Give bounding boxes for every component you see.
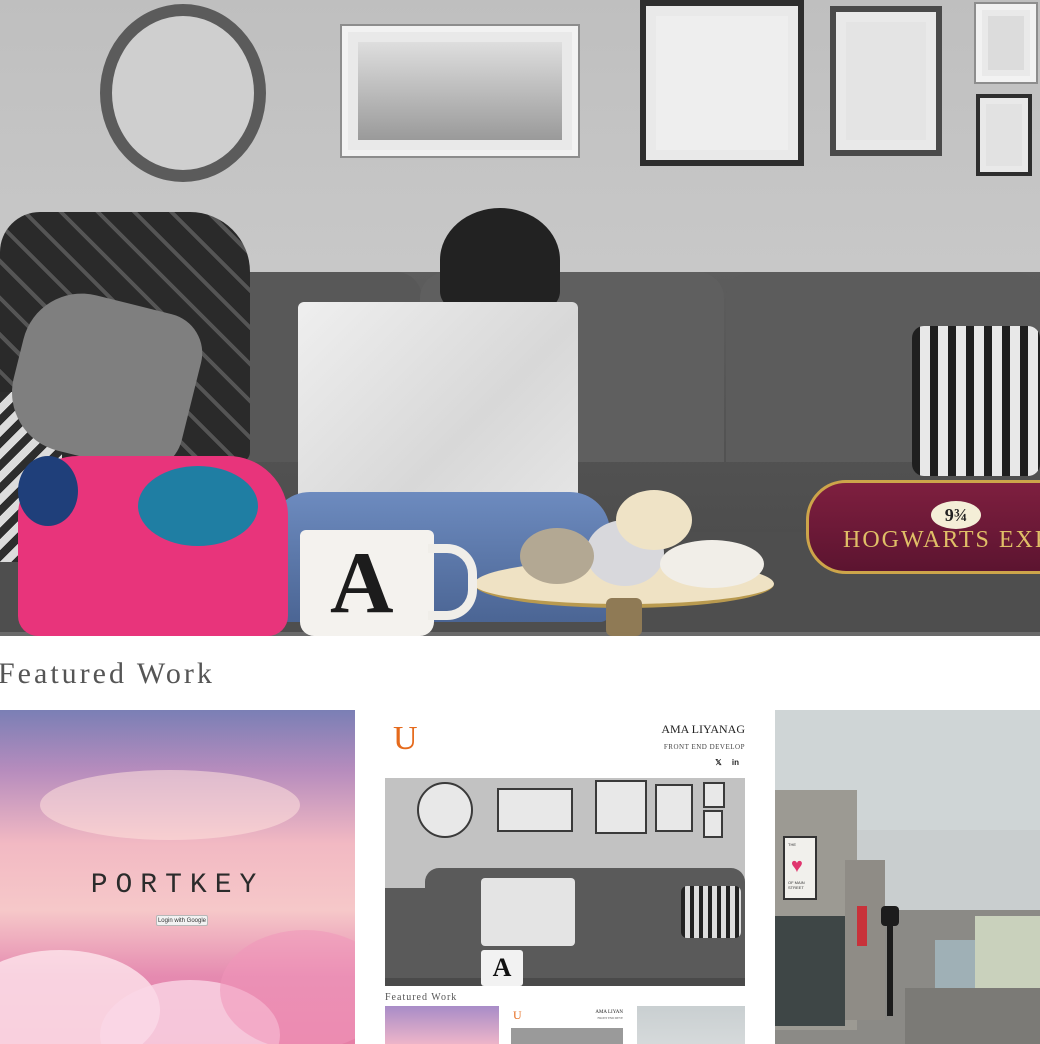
twitter-icon[interactable]: 𝕏	[715, 758, 721, 767]
site-hero-preview: A	[385, 778, 745, 986]
mini-card-portfolio: U AMA LIYAN FRONT END DEVE	[511, 1006, 623, 1044]
site-owner-role: FRONT END DEVELOP	[663, 743, 745, 751]
project-card-street[interactable]: THE ♥ OF MAIN STREET	[775, 710, 1040, 1044]
portkey-title: PORTKEY	[90, 870, 265, 901]
small-print-frame-top	[976, 4, 1036, 82]
main-street-heart-sign: THE ♥ OF MAIN STREET	[783, 836, 817, 900]
cake-stand-stem	[606, 598, 642, 636]
street-lamp	[887, 906, 893, 1016]
ornament	[660, 540, 764, 588]
login-with-google-button[interactable]: Login with Google	[156, 915, 208, 926]
social-links: 𝕏 in	[707, 758, 739, 767]
hogwarts-express-pillow: 9¾ HOGWARTS EXPR	[806, 480, 1040, 574]
antler-frame	[100, 4, 266, 182]
linkedin-icon[interactable]: in	[732, 758, 739, 767]
project-card-portfolio[interactable]: U AMA LIYANAG FRONT END DEVELOP 𝕏 in A F…	[385, 710, 745, 1044]
pink-sock	[18, 456, 288, 636]
patterned-pillow	[912, 326, 1040, 476]
ornament	[520, 528, 594, 584]
pillow-text: HOGWARTS EXPR	[843, 527, 1040, 553]
site-owner-name: AMA LIYANAG	[661, 722, 745, 736]
heart-icon: ♥	[791, 855, 803, 877]
ornament	[616, 490, 692, 550]
site-featured-heading: Featured Work	[385, 992, 458, 1003]
marble-laptop	[298, 302, 578, 516]
botanical-print-frame	[640, 0, 804, 166]
building	[975, 916, 1040, 996]
mini-card-street	[637, 1006, 745, 1044]
storefront	[775, 916, 845, 1026]
street-road	[905, 988, 1040, 1044]
bike-print-frame	[830, 6, 942, 156]
featured-work-heading: Featured Work	[0, 657, 215, 690]
letter-mug: A	[300, 530, 477, 636]
project-card-portkey[interactable]: PORTKEY Login with Google	[0, 710, 355, 1044]
mini-card-portkey	[385, 1006, 499, 1044]
red-banner	[857, 906, 867, 946]
hero-image: 9¾ HOGWARTS EXPR A	[0, 0, 1040, 636]
mini-letter-mug: A	[481, 950, 523, 986]
site-logo: U	[393, 720, 418, 757]
small-print-frame-bottom	[976, 94, 1032, 176]
person-hair	[440, 208, 560, 312]
platform-badge: 9¾	[931, 501, 981, 529]
ship-print-frame	[342, 26, 578, 156]
